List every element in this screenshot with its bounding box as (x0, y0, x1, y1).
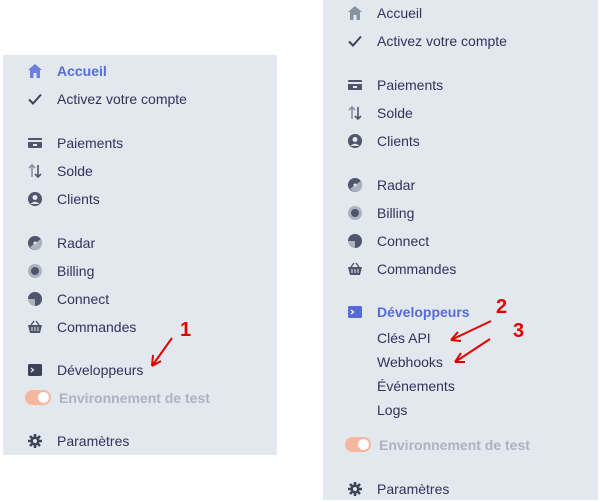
annotation-arrow-3 (454, 338, 491, 363)
